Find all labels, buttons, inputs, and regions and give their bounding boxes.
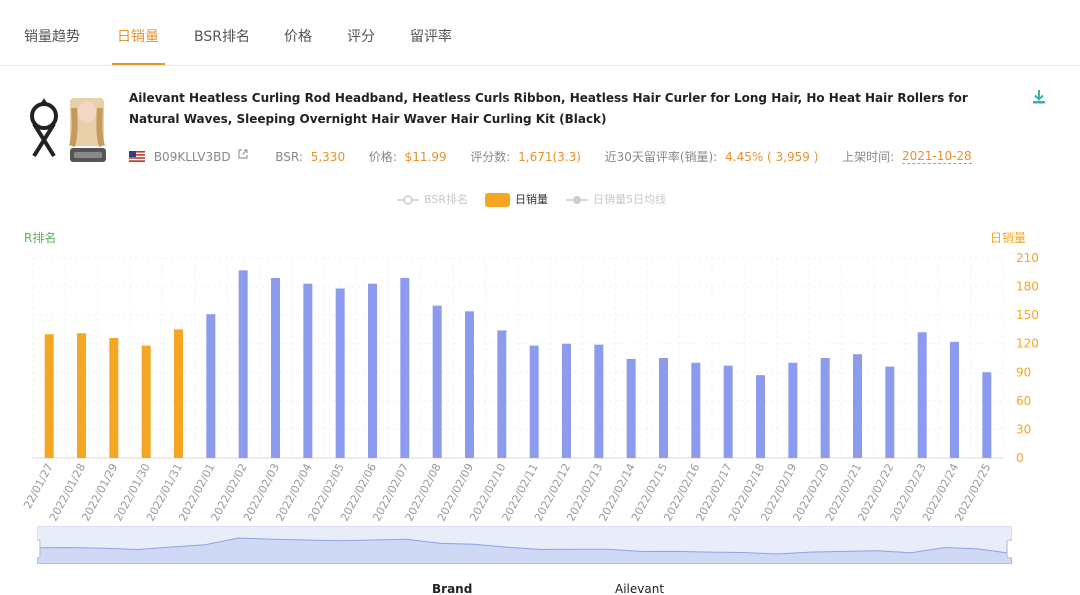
product-meta-row: B09KLLV3BD BSR: 5,330 价格: $11.99 评分数: 1,…	[129, 148, 972, 168]
tab-price[interactable]: 价格	[284, 26, 312, 46]
bar-2022-02-04[interactable]	[303, 283, 313, 458]
price-label: 价格:	[368, 150, 397, 164]
tab-bsr-rank[interactable]: BSR排名	[194, 26, 250, 46]
bar-2022-01-27[interactable]	[44, 334, 54, 458]
right-axis-name: 日销量	[990, 231, 1027, 245]
bar-2022-01-29[interactable]	[109, 338, 119, 458]
bar-2022-02-14[interactable]	[626, 358, 636, 458]
ratings-value: 1,671(3.3)	[518, 149, 581, 164]
bar-2022-02-01[interactable]	[206, 314, 216, 458]
active-tab-indicator	[112, 63, 165, 65]
bar-2022-02-12[interactable]	[562, 343, 571, 458]
bar-2022-02-10[interactable]	[497, 330, 507, 458]
bar-2022-02-09[interactable]	[465, 311, 474, 458]
download-icon[interactable]	[1030, 88, 1048, 106]
y-tick-label: 150	[1016, 308, 1039, 322]
tab-bar: 销量趋势 日销量 BSR排名 价格 评分 留评率	[0, 0, 1080, 66]
bar-2022-02-13[interactable]	[594, 344, 604, 458]
bar-2022-02-22[interactable]	[885, 366, 895, 458]
y-tick-label: 180	[1016, 280, 1039, 294]
attribute-label-brand: Brand	[432, 582, 473, 595]
bar-2022-02-16[interactable]	[691, 362, 701, 458]
bar-2022-02-02[interactable]	[238, 270, 248, 458]
data-zoom-slider[interactable]	[37, 526, 1012, 564]
bar-2022-02-24[interactable]	[950, 341, 959, 458]
bar-2022-01-31[interactable]	[174, 329, 183, 458]
external-link-icon[interactable]	[237, 148, 249, 160]
y-tick-label: 210	[1016, 251, 1039, 265]
y-tick-label: 60	[1016, 394, 1031, 408]
legend-label: 日销量	[515, 193, 548, 206]
legend-item-daily-sales[interactable]: 日销量	[485, 191, 548, 207]
y-tick-label: 120	[1016, 337, 1039, 351]
bar-2022-02-23[interactable]	[917, 332, 927, 458]
chart-x-tick-labels: 22/01/272022/01/282022/01/292022/01/3020…	[21, 461, 993, 523]
slider-right-handle[interactable]	[1006, 539, 1012, 559]
tab-rating[interactable]: 评分	[347, 26, 375, 46]
ratings-label: 评分数:	[470, 150, 511, 164]
tab-review-rate[interactable]: 留评率	[410, 26, 452, 46]
bar-2022-02-15[interactable]	[659, 358, 668, 458]
us-flag-icon	[129, 151, 145, 162]
review-rate-label: 近30天留评率(销量):	[604, 150, 718, 164]
chart-y-tick-labels: 210 180 150 120 90 60 30 0	[1016, 251, 1039, 465]
bsr-value: 5,330	[310, 149, 346, 164]
tab-daily-sales[interactable]: 日销量	[117, 26, 159, 46]
review-rate-value: 4.45% ( 3,959 )	[725, 149, 819, 164]
bar-2022-02-20[interactable]	[820, 358, 830, 458]
y-tick-label: 90	[1016, 365, 1031, 379]
product-summary: Ailevant Heatless Curling Rod Headband, …	[0, 80, 1080, 180]
bar-2022-02-18[interactable]	[756, 375, 765, 458]
bar-2022-02-21[interactable]	[853, 354, 862, 458]
bar-2022-01-28[interactable]	[77, 333, 86, 458]
product-thumbnail[interactable]	[26, 94, 112, 166]
bar-2022-02-08[interactable]	[432, 305, 442, 458]
asin-value[interactable]: B09KLLV3BD	[154, 150, 231, 164]
chart-legend: BSR排名 日销量 日销量5日均线	[0, 189, 1080, 209]
bar-2022-02-07[interactable]	[400, 278, 410, 458]
listed-date-value: 2021-10-28	[901, 149, 972, 164]
left-axis-name: R排名	[24, 231, 57, 245]
legend-label: 日销量5日均线	[593, 193, 666, 206]
bsr-label: BSR:	[275, 149, 303, 164]
attribute-value-brand: Ailevant	[615, 582, 665, 595]
bar-2022-01-30[interactable]	[141, 345, 151, 458]
legend-line-marker-icon	[566, 196, 588, 204]
bar-2022-02-17[interactable]	[723, 365, 733, 458]
legend-item-sales-5day-ma[interactable]: 日销量5日均线	[566, 191, 666, 207]
daily-sales-chart: 210 180 150 120 90 60 30 0 22/01/272022/01/2820…	[21, 251, 1039, 523]
price-value: $11.99	[404, 149, 447, 164]
x-tick-label: 22/01/27	[21, 461, 56, 511]
bar-2022-02-05[interactable]	[335, 288, 345, 458]
slider-left-handle[interactable]	[37, 539, 41, 559]
legend-item-bsr-rank[interactable]: BSR排名	[397, 191, 468, 207]
bar-2022-02-25[interactable]	[982, 372, 992, 458]
bar-2022-02-03[interactable]	[271, 278, 280, 458]
legend-line-marker-icon	[397, 195, 419, 205]
legend-bar-marker-icon	[485, 193, 510, 207]
listed-date-label: 上架时间:	[842, 150, 895, 164]
bar-2022-02-06[interactable]	[368, 283, 377, 458]
product-title[interactable]: Ailevant Heatless Curling Rod Headband, …	[129, 88, 1019, 130]
y-tick-label: 0	[1016, 451, 1024, 465]
y-tick-label: 30	[1016, 422, 1031, 436]
legend-label: BSR排名	[424, 193, 468, 206]
bar-2022-02-19[interactable]	[788, 362, 798, 458]
bar-2022-02-11[interactable]	[529, 345, 539, 458]
tab-sales-trend[interactable]: 销量趋势	[24, 26, 80, 46]
